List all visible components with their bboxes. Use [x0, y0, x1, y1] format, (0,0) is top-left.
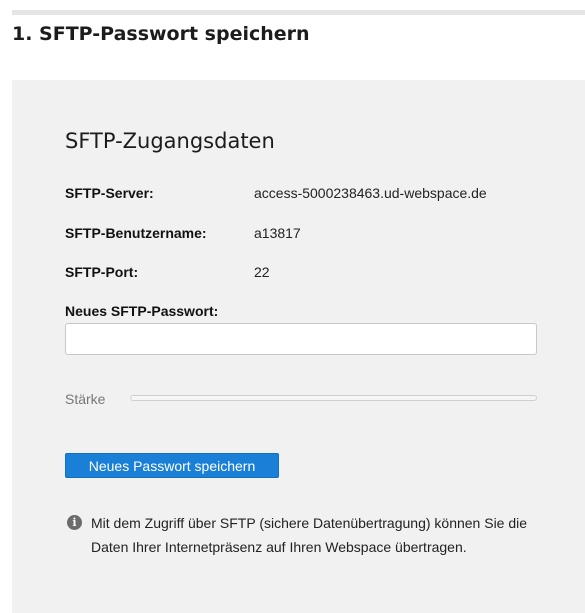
server-value: access-5000238463.ud-webspace.de — [254, 185, 487, 201]
card-title: SFTP-Zugangsdaten — [65, 129, 275, 153]
server-label: SFTP-Server: — [65, 185, 154, 201]
password-label: Neues SFTP-Passwort: — [65, 303, 219, 319]
port-label: SFTP-Port: — [65, 264, 139, 280]
strength-meter — [130, 395, 537, 401]
password-input[interactable] — [65, 323, 537, 355]
strength-label: Stärke — [65, 391, 106, 407]
sftp-credentials-panel: SFTP-Zugangsdaten SFTP-Server: access-50… — [12, 80, 585, 613]
top-divider — [12, 10, 585, 15]
info-circle-icon: i — [67, 515, 82, 530]
page-title: 1. SFTP-Passwort speichern — [12, 23, 310, 45]
username-label: SFTP-Benutzername: — [65, 225, 207, 241]
port-value: 22 — [254, 264, 270, 280]
username-value: a13817 — [254, 225, 301, 241]
info-text: Mit dem Zugriff über SFTP (sichere Daten… — [91, 515, 528, 555]
save-password-button[interactable]: Neues Passwort speichern — [65, 453, 279, 478]
